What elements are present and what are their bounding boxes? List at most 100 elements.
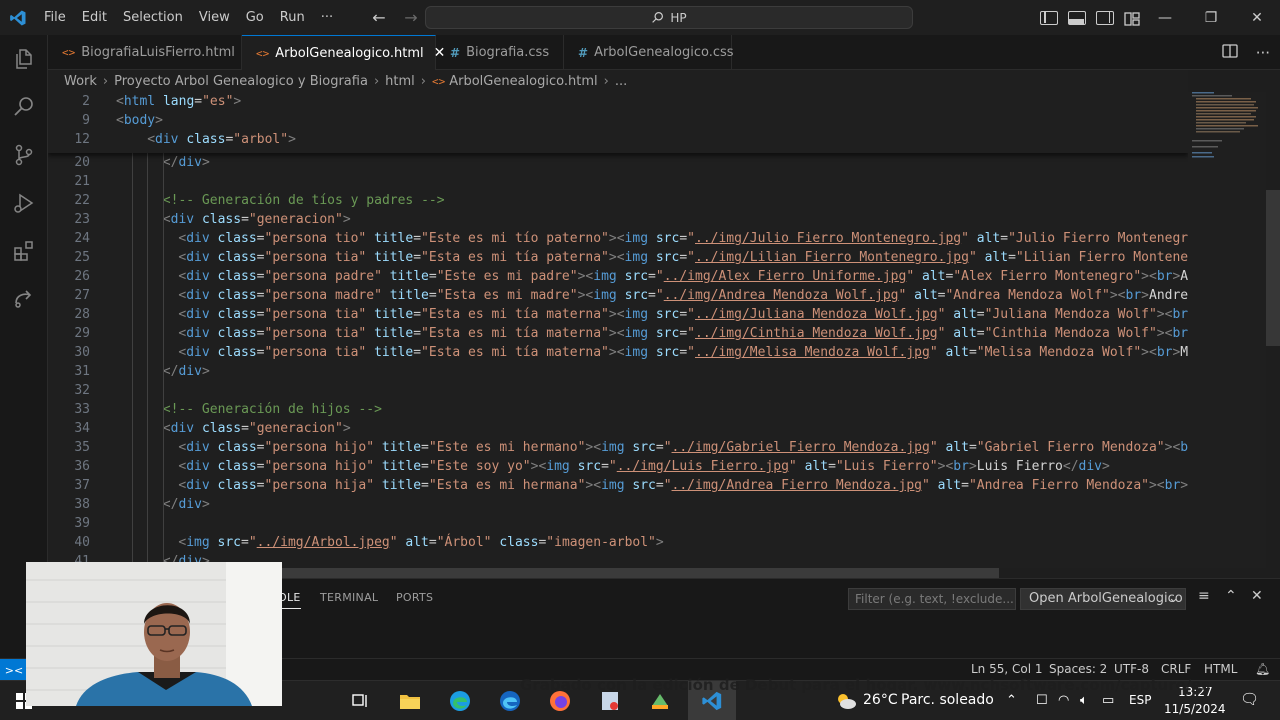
code-line[interactable]: 30 <div class="persona tia" title="Esta e… [48,343,1188,362]
editor-actions: ··· [1222,35,1270,70]
status-cursor-position[interactable]: Ln 55, Col 1 [971,662,1043,676]
code-line[interactable]: 29 <div class="persona tia" title="Esta e… [48,324,1188,343]
split-editor-icon[interactable] [1222,43,1238,62]
code-line[interactable]: 23 <div class="generacion"> [48,210,1188,229]
run-debug-icon[interactable] [0,179,48,227]
input-language[interactable]: ESP [1129,693,1151,707]
weather-temperature[interactable]: 26°C [863,692,898,708]
file-explorer-icon[interactable] [396,687,424,715]
status-eol[interactable]: CRLF [1161,662,1191,676]
code-line[interactable]: 36 <div class="persona hijo" title="Este … [48,457,1188,476]
battery-icon[interactable]: ▭ [1102,693,1114,708]
code-line[interactable]: 34 <div class="generacion"> [48,419,1188,438]
wifi-icon[interactable]: ◠ [1058,693,1069,708]
code-line[interactable]: 12 <div class="arbol"> [48,130,1188,149]
remote-explorer-icon[interactable] [0,275,48,323]
menu-more-icon[interactable]: ··· [313,0,341,35]
extensions-icon[interactable] [0,227,48,275]
layout-controls [1040,0,1142,35]
code-line[interactable]: 33 <!-- Generación de hijos --> [48,400,1188,419]
search-sidebar-icon[interactable] [0,83,48,131]
code-token: div [186,478,210,493]
code-token: src [655,307,680,322]
close-panel-icon[interactable]: ✕ [1251,588,1263,604]
explorer-icon[interactable] [0,35,48,83]
menu-item-view[interactable]: View [191,0,238,35]
menu-item-run[interactable]: Run [272,0,313,35]
minimap[interactable] [1188,92,1266,568]
close-window-button[interactable]: ✕ [1234,0,1280,35]
task-view-icon[interactable] [346,687,374,715]
chevron-up-icon[interactable]: ⌃ [1006,693,1017,708]
code-token: class [217,459,257,474]
notifications-bell-icon[interactable]: 🔔︎ [1255,662,1270,676]
code-line[interactable]: 24 <div class="persona tio" title="Este e… [48,229,1188,248]
tab-arbolgenealogico-html[interactable]: <> ArbolGenealogico.html ✕ [242,35,445,70]
code-line[interactable]: 22 <!-- Generación de tíos y padres --> [48,191,1188,210]
tab-terminal[interactable]: TERMINAL [320,591,378,604]
vertical-scrollbar[interactable] [1266,190,1280,346]
network-icon[interactable]: ☐ [1036,693,1048,708]
menu-item-edit[interactable]: Edit [74,0,115,35]
more-actions-icon[interactable]: ··· [1256,44,1270,62]
toggle-secondary-sidebar-icon[interactable] [1096,10,1114,25]
code-line[interactable]: 32 [48,381,1188,400]
code-editor[interactable]: 2 <html lang="es"> 9 <body> 12 <div class="ar… [48,92,1188,568]
code-line[interactable]: 39 [48,514,1188,533]
notification-center-icon[interactable]: 🗨︎ [1240,690,1259,708]
code-line[interactable]: 27 <div class="persona madre" title="Esta… [48,286,1188,305]
code-token: div [186,459,210,474]
breadcrumb-item[interactable]: Proyecto Arbol Genealogico y Biografia [114,74,368,89]
menu-item-go[interactable]: Go [238,0,272,35]
breadcrumb-item[interactable]: html [385,74,415,89]
code-line[interactable]: 28 <div class="persona tia" title="Esta e… [48,305,1188,324]
code-line[interactable]: 31 </div> [48,362,1188,381]
clear-list-icon[interactable]: ≡ [1198,588,1210,604]
status-encoding[interactable]: UTF-8 [1114,662,1149,676]
tab-biografia-css[interactable]: # Biografia.css [436,35,564,70]
edge-icon[interactable] [446,687,474,715]
code-line[interactable]: 25 <div class="persona tia" title="Esta e… [48,248,1188,267]
code-text: </div> [163,495,210,514]
code-line[interactable]: 38 </div> [48,495,1188,514]
clock-date[interactable]: 11/5/2024 [1164,702,1226,716]
code-line[interactable]: 20 </div> [48,153,1188,172]
horizontal-scrollbar[interactable] [281,568,999,578]
code-token: br [1156,269,1173,284]
command-center-search[interactable]: HP [425,6,913,29]
breadcrumb-item[interactable]: ArbolGenealogico.html [449,74,597,89]
breadcrumb-item[interactable]: Work [64,74,97,89]
panel-output-select[interactable]: Open ArbolGenealogico ⌄ [1020,588,1186,610]
menu-item-file[interactable]: File [36,0,74,35]
code-line[interactable]: 37 <div class="persona hija" title="Esta … [48,476,1188,495]
minimize-button[interactable]: — [1142,0,1188,35]
sticky-scroll[interactable]: 2 <html lang="es"> 9 <body> 12 <div class="ar… [48,92,1188,153]
panel-filter-input[interactable]: Filter (e.g. text, !exclude... [848,588,1016,610]
code-line[interactable]: 40 <img src="../img/Arbol.jpeg" alt="Árbo… [48,533,1188,552]
code-token: alt [405,535,429,550]
tab-ports[interactable]: PORTS [396,591,433,604]
forward-arrow-icon[interactable]: → [400,8,422,27]
remote-indicator-icon[interactable]: >< [0,659,28,681]
restore-button[interactable]: ❐ [1188,0,1234,35]
breadcrumb-item[interactable]: ... [615,74,627,89]
code-line[interactable]: 21 [48,172,1188,191]
back-arrow-icon[interactable]: ← [368,8,390,27]
chevron-up-icon[interactable]: ⌃ [1225,588,1237,604]
code-line[interactable]: 35 <div class="persona hijo" title="Este … [48,438,1188,457]
source-control-icon[interactable] [0,131,48,179]
weather-condition[interactable]: Parc. soleado [901,692,994,708]
tab-biografialuisfierro-html[interactable]: <> BiografiaLuisFierro.html [48,35,242,70]
toggle-primary-sidebar-icon[interactable] [1040,10,1058,25]
code-line[interactable]: 9 <body> [48,111,1188,130]
volume-icon[interactable]: 🔈︎ [1080,693,1088,708]
menu-item-selection[interactable]: Selection [115,0,191,35]
code-line[interactable]: 26 <div class="persona padre" title="Este… [48,267,1188,286]
customize-layout-icon[interactable] [1124,11,1142,26]
code-line[interactable]: 2 <html lang="es"> [48,92,1188,111]
toggle-panel-icon[interactable] [1068,10,1086,25]
status-language[interactable]: HTML [1204,662,1237,676]
tab-arbolgenealogico-css[interactable]: # ArbolGenealogico.css [564,35,734,70]
status-indentation[interactable]: Spaces: 2 [1049,662,1107,676]
